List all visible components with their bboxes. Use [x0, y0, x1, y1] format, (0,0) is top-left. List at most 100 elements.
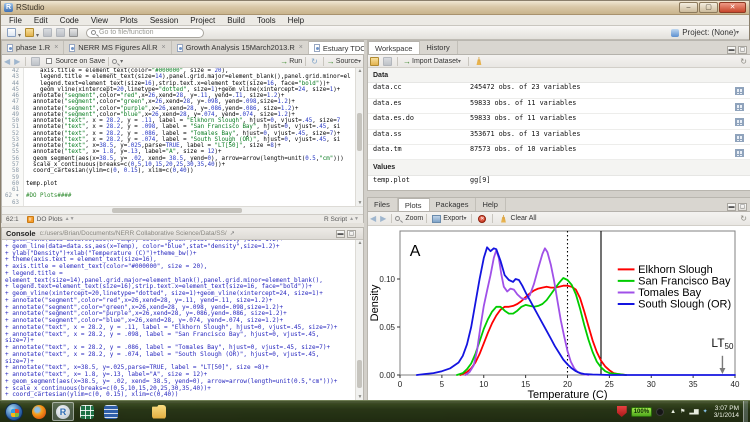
minimize-pane-button[interactable]: ▬	[336, 230, 345, 238]
scroll-up-icon[interactable]: ▲	[357, 68, 363, 74]
maximize-button[interactable]: ▢	[699, 2, 718, 13]
view-data-grid-icon[interactable]	[735, 118, 744, 126]
workspace-pane: WorkspaceHistory▬▢ → Import Dataset ▾ ↻ …	[367, 40, 750, 191]
popout-icon[interactable]: ↗	[230, 230, 235, 237]
export-plot-button[interactable]: Export	[443, 215, 463, 222]
save-icon[interactable]	[43, 28, 52, 37]
workspace-object-data.tm[interactable]: data.tm87573 obs. of 10 variables	[368, 145, 750, 160]
minimize-pane-button[interactable]: ▬	[727, 203, 736, 211]
forward-icon[interactable]: ▶	[14, 57, 20, 66]
section-navigator[interactable]: DO Plots	[37, 216, 63, 223]
console-output[interactable]: + geom_line(data=data.cc,aes(x=Temp), co…	[2, 240, 355, 400]
view-data-grid-icon[interactable]	[735, 149, 744, 157]
minimize-pane-button[interactable]: ▬	[727, 46, 736, 54]
show-desktop-button[interactable]	[743, 401, 748, 422]
zoom-plot-button[interactable]: Zoom	[405, 215, 423, 222]
code-editor[interactable]: 4243444546474849505152535455565758596061…	[2, 68, 363, 206]
find-icon[interactable]	[112, 59, 117, 64]
menu-tools[interactable]: Tools	[251, 16, 282, 25]
taskbar-rstudio-button[interactable]: R	[52, 402, 74, 421]
close-icon[interactable]: ×	[54, 44, 58, 51]
next-plot-icon[interactable]: ▶	[380, 214, 386, 223]
save-all-icon[interactable]	[56, 28, 65, 37]
editor-horizontal-scrollbar[interactable]	[2, 206, 363, 214]
save-icon[interactable]	[31, 57, 40, 66]
print-icon[interactable]	[69, 28, 78, 37]
wireless-icon[interactable]: ✦	[703, 408, 708, 415]
taskbar-word-button[interactable]	[100, 402, 122, 421]
save-workspace-icon[interactable]	[383, 57, 392, 66]
taskbar-explorer-button[interactable]	[148, 402, 170, 421]
panel-label: A	[410, 243, 421, 260]
menu-build[interactable]: Build	[221, 16, 251, 25]
antivirus-tray-icon[interactable]	[617, 406, 627, 417]
workspace-object-data.es[interactable]: data.es59833 obs. of 11 variables	[368, 99, 750, 114]
tab-growth-analysis-15march2013-r[interactable]: Growth Analysis 15March2013.R×	[172, 41, 309, 54]
project-selector[interactable]: Project: (None) ▾	[671, 28, 745, 37]
minimize-button[interactable]: –	[679, 2, 698, 13]
import-dataset-button[interactable]: → Import Dataset ▾	[401, 57, 465, 66]
rerun-icon[interactable]: ↻	[311, 57, 318, 66]
menu-view[interactable]: View	[85, 16, 114, 25]
clear-all-plots-button[interactable]: Clear All	[510, 215, 536, 222]
show-hidden-icons-icon[interactable]: ▲	[670, 409, 676, 415]
new-file-icon[interactable]	[7, 28, 16, 37]
title-bar[interactable]: R RStudio – ▢ ✕	[1, 1, 749, 15]
tab-packages[interactable]: Packages	[430, 198, 477, 211]
refresh-icon[interactable]: ↻	[740, 214, 750, 223]
doc-type-selector[interactable]: R Script	[324, 216, 347, 223]
goto-file-input[interactable]: Go to file/function	[86, 28, 204, 38]
editor-vertical-scrollbar[interactable]: ▲ ▼	[355, 68, 363, 206]
tab-workspace[interactable]: Workspace	[368, 41, 420, 54]
taskbar-firefox-button[interactable]	[28, 402, 50, 421]
tab-phase-1-r[interactable]: phase 1.R×	[2, 41, 64, 54]
close-button[interactable]: ✕	[719, 2, 746, 13]
workspace-object-data.cc[interactable]: data.cc245472 obs. of 23 variables	[368, 83, 750, 98]
workspace-object-data.es.do[interactable]: data.es.do59833 obs. of 11 variables	[368, 114, 750, 129]
taskbar-excel-button[interactable]	[76, 402, 98, 421]
remove-plot-icon[interactable]: ✕	[478, 215, 486, 223]
source-on-save-checkbox[interactable]	[46, 58, 52, 64]
maximize-pane-button[interactable]: ▢	[738, 46, 747, 54]
menu-help[interactable]: Help	[282, 16, 310, 25]
close-icon[interactable]: ×	[299, 44, 303, 51]
tab-files[interactable]: Files	[368, 198, 398, 211]
back-icon[interactable]: ◀	[4, 57, 10, 66]
tab-history[interactable]: History	[420, 41, 457, 54]
taskbar-sticky-notes-button[interactable]	[172, 402, 194, 421]
view-data-grid-icon[interactable]	[735, 103, 744, 111]
network-icon[interactable]: ▂▆	[689, 408, 698, 415]
menu-project[interactable]: Project	[184, 16, 221, 25]
menu-session[interactable]: Session	[144, 16, 184, 25]
action-center-flag-icon[interactable]: ⚑	[680, 408, 685, 415]
tab-plots[interactable]: Plots	[398, 198, 430, 211]
workspace-object-data.ss[interactable]: data.ss353671 obs. of 13 variables	[368, 130, 750, 145]
clock-date: 3/1/2014	[714, 412, 739, 419]
tab-nerr-ms-figures-all-r[interactable]: NERR MS Figures All.R×	[64, 41, 171, 54]
view-data-grid-icon[interactable]	[735, 134, 744, 142]
tray-app-icon[interactable]	[656, 408, 664, 416]
battery-indicator[interactable]: 100%	[631, 407, 652, 417]
section-icon: #	[27, 216, 34, 223]
console-vertical-scrollbar[interactable]: ▲ ▼	[355, 240, 363, 400]
load-workspace-icon[interactable]	[370, 57, 379, 66]
refresh-icon[interactable]: ↻	[740, 57, 750, 66]
maximize-pane-button[interactable]: ▢	[738, 203, 747, 211]
close-icon[interactable]: ×	[161, 44, 165, 51]
run-button[interactable]: Run	[289, 58, 302, 65]
clear-workspace-icon[interactable]	[475, 57, 483, 65]
tab-help[interactable]: Help	[476, 198, 505, 211]
r-file-icon	[177, 44, 183, 52]
start-button[interactable]	[5, 403, 23, 421]
taskbar-clock[interactable]: 3:07 PM 3/1/2014	[714, 405, 739, 419]
menu-plots[interactable]: Plots	[114, 16, 144, 25]
source-button[interactable]: Source	[336, 58, 358, 65]
object-name: temp.plot	[373, 176, 410, 184]
maximize-pane-button[interactable]: ▢	[347, 230, 356, 238]
scroll-up-icon[interactable]: ▲	[357, 240, 363, 246]
taskbar-powerpoint-button[interactable]	[124, 402, 146, 421]
previous-plot-icon[interactable]: ◀	[370, 214, 376, 223]
workspace-object-temp.plot[interactable]: temp.plotgg[9]	[368, 176, 750, 190]
open-file-icon[interactable]	[25, 28, 34, 37]
view-data-grid-icon[interactable]	[735, 87, 744, 95]
